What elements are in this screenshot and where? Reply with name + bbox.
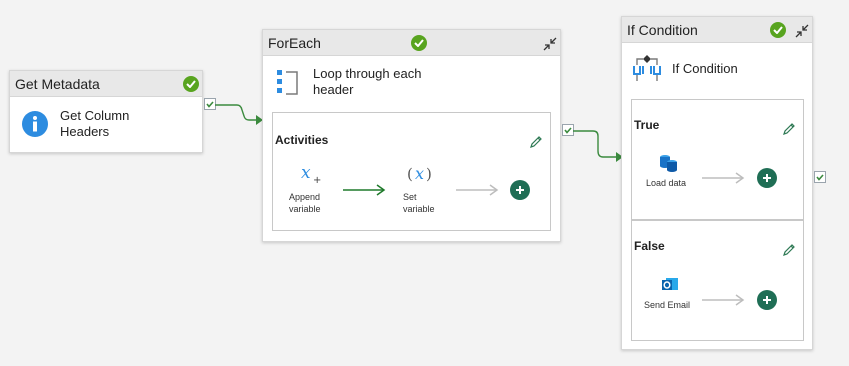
foreach-activity[interactable]: ForEach Loop through each header Activit… (262, 29, 561, 242)
success-check-icon (411, 35, 427, 51)
collapse-icon[interactable] (794, 23, 810, 39)
success-check-icon (770, 22, 786, 38)
edit-pencil-icon[interactable] (782, 243, 796, 257)
activities-label: Activities (275, 133, 329, 147)
svg-text:+: + (313, 175, 321, 185)
if-condition-label: If Condition (672, 61, 738, 76)
if-condition-icon (633, 55, 661, 81)
flow-arrow (456, 184, 499, 196)
get-metadata-title: Get Metadata (15, 76, 100, 92)
foreach-title: ForEach (268, 35, 321, 51)
get-metadata-activity[interactable]: Get Metadata Get Column Headers (9, 70, 203, 153)
if-condition-activity[interactable]: If Condition If Condition True Load data (621, 16, 813, 350)
add-activity-button[interactable] (757, 168, 777, 188)
flow-arrow (702, 294, 745, 306)
add-activity-button[interactable] (757, 290, 777, 310)
connector-arrow (215, 104, 263, 125)
outlook-icon (662, 278, 678, 290)
send-email-label: Send Email (644, 300, 691, 310)
append-variable-label: Append variable (289, 192, 321, 214)
set-variable-icon: ( x ) (407, 164, 432, 183)
flow-arrow (702, 172, 745, 184)
connector-arrow (573, 130, 623, 162)
true-branch-container[interactable]: True Load data (631, 99, 804, 220)
append-variable-icon: x + (301, 163, 321, 185)
svg-text:x: x (415, 164, 424, 183)
foreach-label: Loop through each header (313, 66, 422, 97)
collapse-icon[interactable] (542, 36, 558, 52)
database-icon (660, 155, 677, 172)
foreach-activities-container[interactable]: Activities x + Append variable ( x ) Set… (272, 112, 551, 231)
get-metadata-header: Get Metadata (10, 71, 202, 97)
edit-pencil-icon[interactable] (529, 135, 543, 149)
svg-text:): ) (426, 165, 432, 183)
false-branch-container[interactable]: False Send Email (631, 220, 804, 341)
if-condition-header: If Condition (622, 17, 812, 43)
svg-text:x: x (301, 163, 311, 183)
edit-pencil-icon[interactable] (782, 122, 796, 136)
true-branch-label: True (634, 118, 660, 132)
false-branch-label: False (634, 239, 665, 253)
foreach-header: ForEach (263, 30, 560, 56)
add-activity-button[interactable] (510, 180, 530, 200)
if-condition-title: If Condition (627, 22, 698, 38)
flow-arrow (343, 184, 386, 196)
svg-text:(: ( (407, 165, 413, 183)
success-output-port[interactable] (814, 171, 826, 183)
get-metadata-label: Get Column Headers (60, 108, 130, 139)
load-data-label: Load data (646, 178, 687, 188)
success-check-icon (183, 76, 199, 92)
foreach-loop-icon (277, 70, 298, 95)
info-icon (22, 111, 48, 137)
set-variable-label: Set variable (403, 192, 435, 214)
